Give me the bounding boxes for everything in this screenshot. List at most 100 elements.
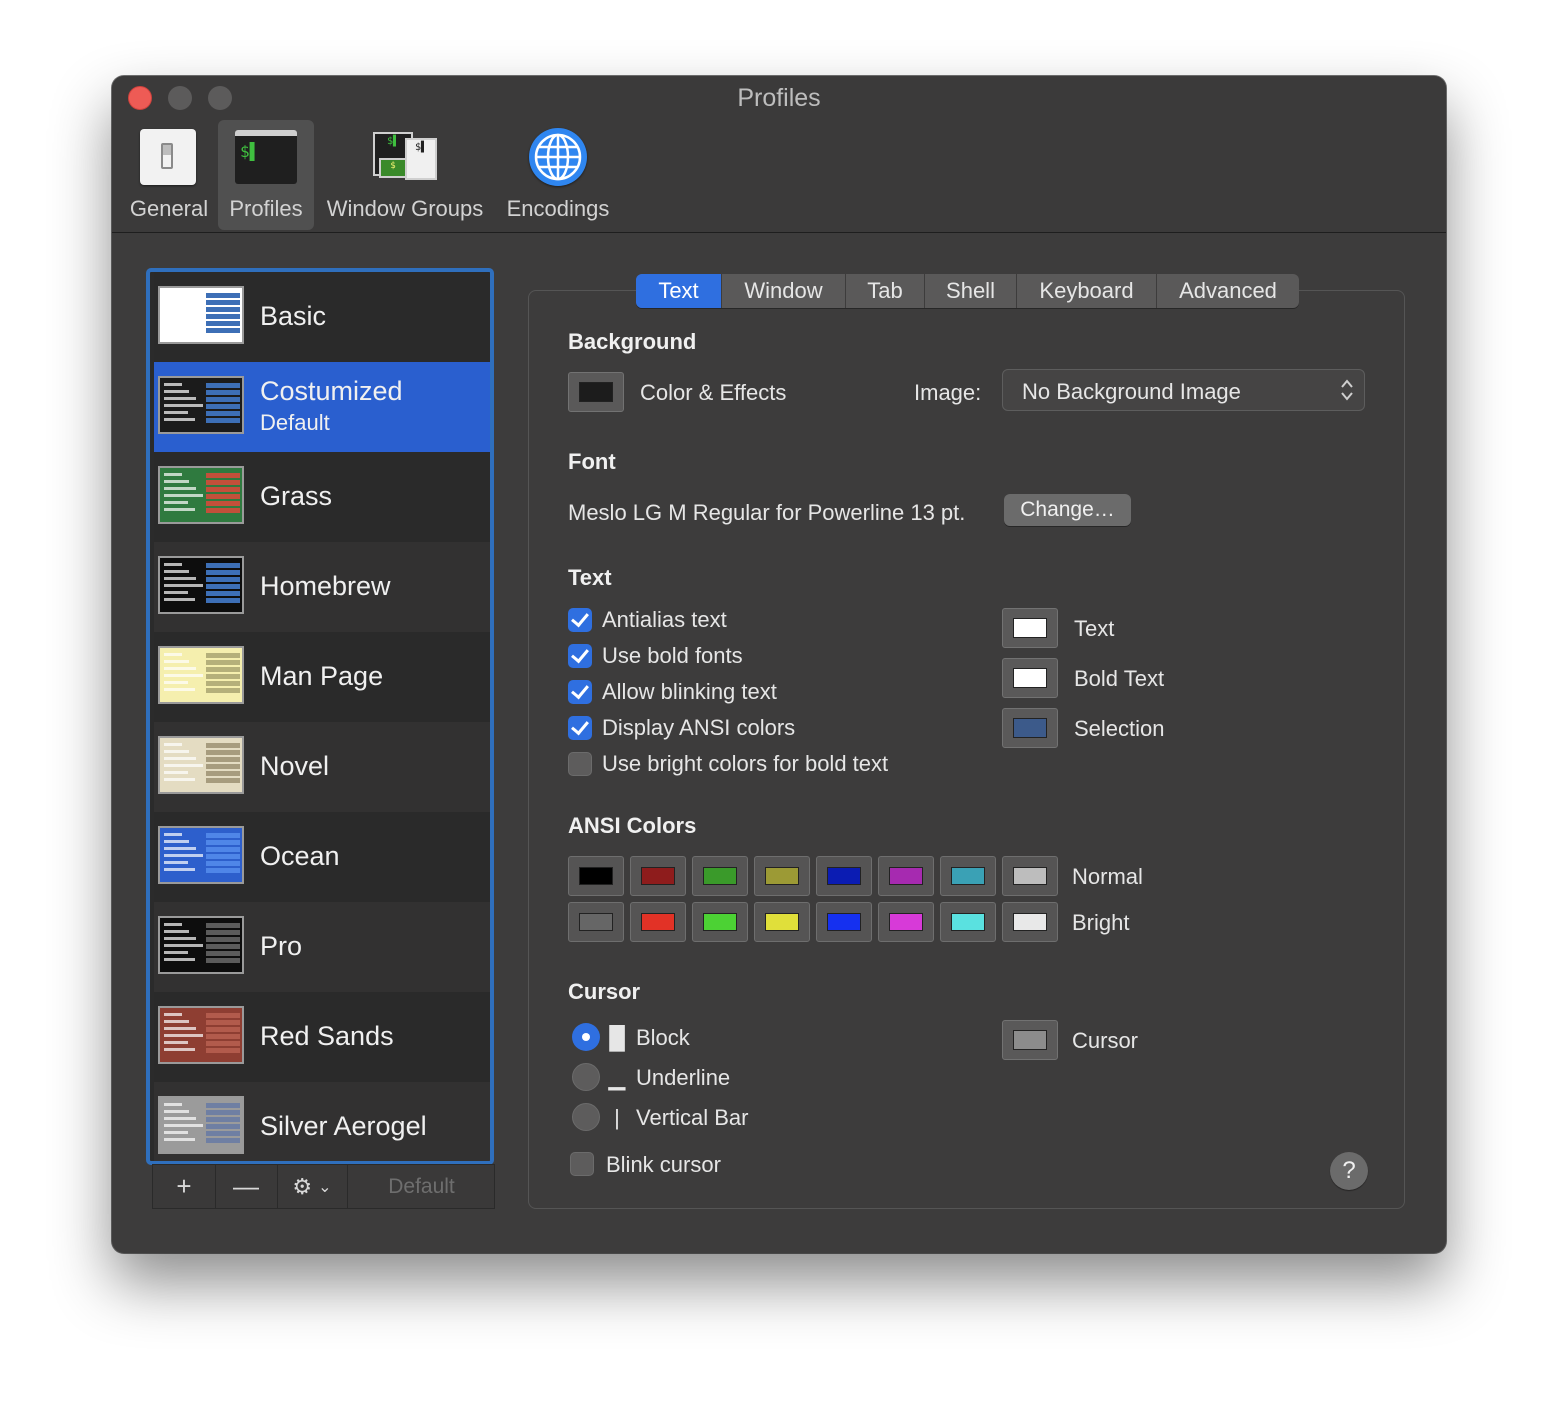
text-color-well[interactable] xyxy=(1002,658,1058,698)
ansi-bright-color-well[interactable] xyxy=(816,902,872,942)
background-color-well[interactable] xyxy=(568,372,624,412)
ansi-bright-color-well[interactable] xyxy=(1002,902,1058,942)
text-color-swatch xyxy=(1013,718,1047,738)
cursor-style-radio[interactable] xyxy=(572,1063,600,1091)
text-option-checkbox[interactable] xyxy=(568,644,592,668)
ansi-bright-color-well[interactable] xyxy=(878,902,934,942)
background-image-select[interactable]: No Background Image xyxy=(1002,369,1365,411)
window-title: Profiles xyxy=(737,84,821,112)
cursor-style-radio[interactable] xyxy=(572,1103,600,1131)
image-label: Image: xyxy=(914,380,982,405)
profile-row[interactable]: Grass xyxy=(154,452,490,542)
profile-thumbnail xyxy=(158,466,244,524)
ansi-color-swatch xyxy=(641,867,675,885)
profile-name: Novel xyxy=(260,751,330,781)
ansi-normal-color-well[interactable] xyxy=(630,856,686,896)
ansi-bright-color-well[interactable] xyxy=(754,902,810,942)
updown-chevron-icon xyxy=(1340,376,1354,404)
remove-profile-button[interactable]: — xyxy=(215,1165,278,1208)
profile-row[interactable]: Costumized Default xyxy=(154,362,490,452)
profile-row[interactable]: Basic xyxy=(154,272,490,362)
profile-thumbnail xyxy=(158,826,244,884)
ansi-color-swatch xyxy=(827,913,861,931)
text-color-well[interactable] xyxy=(1002,708,1058,748)
text-option-label: Display ANSI colors xyxy=(602,715,796,740)
text-color-label: Text xyxy=(1074,616,1115,641)
profiles-list-toolbar: + — ⚙ ⌄ Default xyxy=(152,1164,495,1209)
text-option-checkbox[interactable] xyxy=(568,680,592,704)
change-font-button[interactable]: Change… xyxy=(1004,494,1131,526)
profile-row[interactable]: Red Sands xyxy=(154,992,490,1082)
ansi-color-swatch xyxy=(703,867,737,885)
blink-cursor-checkbox[interactable] xyxy=(570,1152,594,1176)
profile-name: Basic xyxy=(260,301,327,331)
ansi-color-swatch xyxy=(827,867,861,885)
tab-tab[interactable]: Tab xyxy=(846,274,925,308)
ansi-color-swatch xyxy=(1013,913,1047,931)
tab-advanced[interactable]: Advanced xyxy=(1157,274,1299,308)
cursor-color-label: Cursor xyxy=(1072,1028,1139,1053)
settings-tabs: Text Window Tab Shell Keyboard Advanced xyxy=(636,274,1299,308)
toolbar-profiles[interactable]: $▌ Profiles xyxy=(218,120,314,230)
profile-name: Pro xyxy=(260,931,303,961)
text-color-well[interactable] xyxy=(1002,608,1058,648)
ansi-color-swatch xyxy=(1013,867,1047,885)
text-option-checkbox[interactable] xyxy=(568,752,592,776)
ansi-color-swatch xyxy=(641,913,675,931)
profile-name: Homebrew xyxy=(260,571,391,601)
ansi-normal-color-well[interactable] xyxy=(692,856,748,896)
ansi-bright-color-well[interactable] xyxy=(568,902,624,942)
chevron-down-icon: ⌄ xyxy=(318,1178,332,1196)
tab-shell[interactable]: Shell xyxy=(925,274,1017,308)
toolbar-general[interactable]: General xyxy=(126,120,212,230)
text-option-checkbox[interactable] xyxy=(568,608,592,632)
toolbar-window-groups[interactable]: $▌ $ $▌ Window Groups xyxy=(320,120,490,230)
window-groups-icon: $▌ $ $▌ xyxy=(373,132,437,184)
profile-actions-button[interactable]: ⚙ ⌄ xyxy=(277,1165,348,1208)
profile-thumbnail xyxy=(158,286,244,344)
tab-window[interactable]: Window xyxy=(722,274,846,308)
text-option-label: Antialias text xyxy=(602,607,727,632)
titlebar: Profiles General $▌ Profiles $▌ $ $▌ Win… xyxy=(112,76,1446,233)
text-option-checkbox[interactable] xyxy=(568,716,592,740)
cursor-glyph-icon: █ xyxy=(609,1025,625,1050)
profile-row[interactable]: Homebrew xyxy=(154,542,490,632)
ansi-bright-color-well[interactable] xyxy=(692,902,748,942)
profile-row[interactable]: Novel xyxy=(154,722,490,812)
profile-default-badge: Default xyxy=(260,410,330,435)
background-color-swatch xyxy=(579,382,613,402)
profile-thumbnail xyxy=(158,1096,244,1154)
cursor-style-radio[interactable] xyxy=(572,1023,600,1051)
profile-row[interactable]: Ocean xyxy=(154,812,490,902)
ansi-color-swatch xyxy=(951,913,985,931)
ansi-normal-color-well[interactable] xyxy=(878,856,934,896)
tab-keyboard[interactable]: Keyboard xyxy=(1017,274,1157,308)
ansi-colors-heading: ANSI Colors xyxy=(568,813,697,838)
ansi-bright-color-well[interactable] xyxy=(940,902,996,942)
tab-text[interactable]: Text xyxy=(636,274,722,308)
add-profile-button[interactable]: + xyxy=(153,1165,216,1208)
profile-thumbnail xyxy=(158,916,244,974)
toolbar-encodings[interactable]: Encodings xyxy=(496,120,620,230)
cursor-glyph-icon: | xyxy=(614,1105,620,1130)
profile-row[interactable]: Silver Aerogel xyxy=(154,1082,490,1161)
ansi-normal-color-well[interactable] xyxy=(568,856,624,896)
cursor-color-well[interactable] xyxy=(1002,1020,1058,1060)
cursor-style-label: Underline xyxy=(636,1065,731,1090)
cursor-heading: Cursor xyxy=(568,979,641,1004)
set-default-button[interactable]: Default xyxy=(349,1165,494,1208)
ansi-normal-color-well[interactable] xyxy=(816,856,872,896)
profiles-list[interactable]: Basic Costumized Default Grass Homebrew Man P… xyxy=(146,268,494,1165)
ansi-color-swatch xyxy=(765,867,799,885)
blink-cursor-label: Blink cursor xyxy=(606,1152,721,1177)
profile-row[interactable]: Pro xyxy=(154,902,490,992)
profile-row[interactable]: Man Page xyxy=(154,632,490,722)
general-switch-icon xyxy=(140,129,196,185)
ansi-normal-color-well[interactable] xyxy=(940,856,996,896)
help-button[interactable]: ? xyxy=(1330,1152,1368,1190)
color-effects-label: Color & Effects xyxy=(640,380,787,405)
ansi-normal-color-well[interactable] xyxy=(1002,856,1058,896)
ansi-normal-color-well[interactable] xyxy=(754,856,810,896)
ansi-bright-color-well[interactable] xyxy=(630,902,686,942)
terminal-icon: $▌ xyxy=(235,130,297,184)
